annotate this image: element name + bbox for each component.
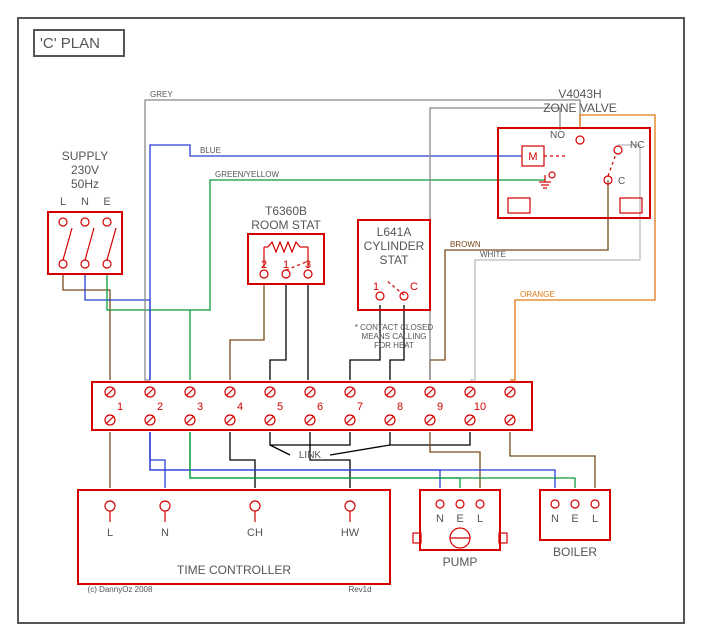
svg-text:5: 5 — [277, 401, 283, 413]
tc-label: TIME CONTROLLER — [177, 563, 291, 577]
svg-text:1: 1 — [283, 259, 289, 271]
wire-supply-E — [107, 275, 190, 380]
svg-text:8: 8 — [397, 401, 403, 413]
supply-N: N — [81, 196, 89, 208]
svg-text:L: L — [107, 527, 113, 539]
copyright: (c) DannyOz 2008 — [88, 585, 153, 594]
junction-strip: 1 2 3 4 5 6 7 8 9 10 LINK — [92, 382, 532, 461]
svg-text:E: E — [456, 513, 463, 525]
svg-text:NC: NC — [630, 140, 644, 151]
zv-outer — [498, 128, 650, 218]
supply-block: SUPPLY 230V 50Hz L N E — [48, 149, 122, 274]
svg-text:N: N — [436, 513, 444, 525]
svg-text:6: 6 — [317, 401, 323, 413]
svg-text:10: 10 — [474, 401, 486, 413]
wire-brown-label: BROWN — [450, 240, 481, 249]
wire-boiler-N — [150, 432, 555, 488]
wire-tc-N — [150, 432, 165, 488]
pump-block: N E L PUMP — [413, 490, 507, 569]
zv-label: ZONE VALVE — [543, 101, 617, 115]
svg-text:MEANS CALLING: MEANS CALLING — [362, 332, 427, 341]
zone-valve-block: V4043H ZONE VALVE M NO NC C — [498, 87, 650, 218]
supply-E: E — [103, 196, 110, 208]
room-stat-block: T6360B ROOM STAT 2 1 3 — [248, 204, 324, 284]
svg-text:L: L — [477, 513, 483, 525]
svg-text:2: 2 — [157, 401, 163, 413]
svg-text:FOR HEAT: FOR HEAT — [374, 341, 414, 350]
svg-text:HW: HW — [341, 527, 360, 539]
cylstat-label2: STAT — [380, 253, 410, 267]
wire-white-label: WHITE — [480, 250, 506, 259]
svg-text:4: 4 — [237, 401, 243, 413]
svg-text:1: 1 — [117, 401, 123, 413]
wire-boiler-L — [510, 432, 595, 488]
svg-text:CH: CH — [247, 527, 263, 539]
wiring-diagram: 'C' PLAN GREY BLUE GREEN/YELLOW BROWN WH… — [0, 0, 702, 641]
svg-text:* CONTACT CLOSED: * CONTACT CLOSED — [355, 323, 434, 332]
svg-text:1: 1 — [373, 281, 379, 293]
wire-rs-2 — [230, 285, 264, 380]
wire-pump-N — [150, 432, 440, 488]
diagram-title: 'C' PLAN — [40, 35, 100, 52]
svg-text:C: C — [410, 281, 418, 293]
link-label: LINK — [299, 450, 322, 461]
svg-text:2: 2 — [261, 259, 267, 271]
supply-label: SUPPLY — [62, 149, 108, 163]
cylinder-stat-block: L641A CYLINDER STAT 1 C * CONTACT CLOSED… — [355, 220, 434, 350]
wire-pump-L — [430, 432, 480, 488]
supply-L: L — [60, 196, 66, 208]
svg-text:M: M — [528, 151, 537, 163]
wire-tc-CH — [230, 432, 255, 488]
svg-text:3: 3 — [197, 401, 203, 413]
resistor-icon — [268, 242, 300, 252]
wire-rs-1 — [270, 285, 286, 380]
cylstat-model: L641A — [377, 225, 412, 239]
pump-label: PUMP — [443, 555, 478, 569]
wire-orange-label: ORANGE — [520, 290, 555, 299]
time-controller-block: L N CH HW TIME CONTROLLER (c) DannyOz 20… — [78, 490, 390, 594]
svg-text:3: 3 — [305, 259, 311, 271]
boiler-block: N E L BOILER — [540, 490, 610, 559]
wire-supply-L — [63, 275, 110, 380]
svg-text:NO: NO — [550, 130, 565, 141]
cylstat-label1: CYLINDER — [364, 239, 425, 253]
svg-text:E: E — [571, 513, 578, 525]
wire-blue-label: BLUE — [200, 146, 221, 155]
svg-text:9: 9 — [437, 401, 443, 413]
supply-freq: 50Hz — [71, 177, 99, 191]
svg-text:7: 7 — [357, 401, 363, 413]
wire-grey-label: GREY — [150, 90, 173, 99]
supply-voltage: 230V — [71, 163, 99, 177]
svg-text:N: N — [551, 513, 559, 525]
wire-zv-brown — [430, 180, 608, 380]
zv-model: V4043H — [558, 87, 601, 101]
svg-text:L: L — [592, 513, 598, 525]
roomstat-label: ROOM STAT — [251, 218, 321, 232]
revision: Rev1d — [348, 585, 371, 594]
svg-text:C: C — [618, 176, 625, 187]
wire-gy-label: GREEN/YELLOW — [215, 170, 279, 179]
roomstat-model: T6360B — [265, 204, 307, 218]
boiler-label: BOILER — [553, 545, 597, 559]
svg-text:N: N — [161, 527, 169, 539]
wire-supply-N — [85, 275, 150, 380]
